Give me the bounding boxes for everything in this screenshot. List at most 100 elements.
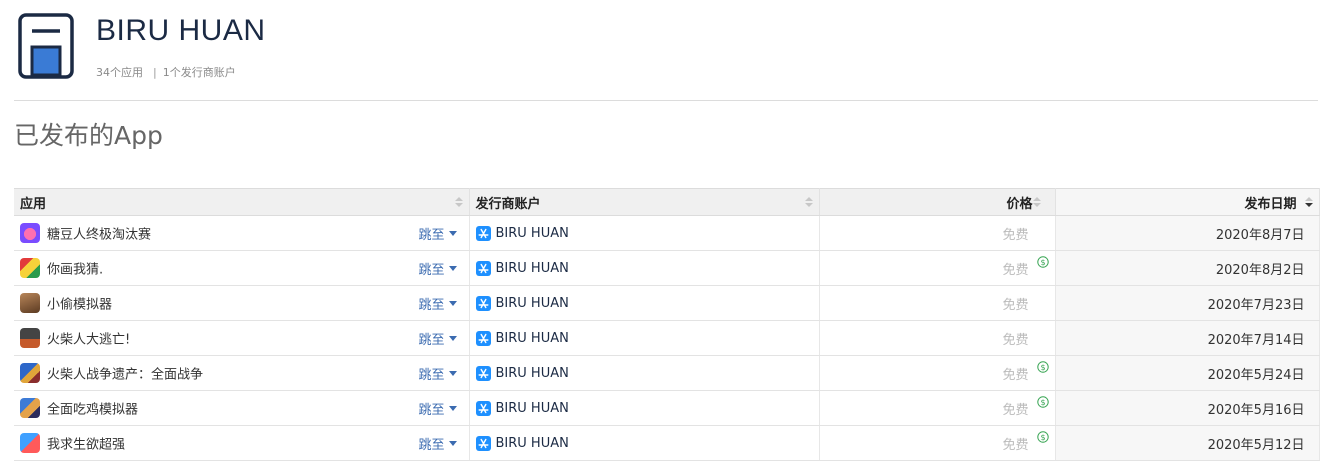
release-date: 2020年5月16日: [1055, 390, 1320, 426]
price-value: 免费: [1002, 402, 1029, 418]
price-cell: 免费 $: [819, 355, 1056, 391]
column-header-date-label: 发布日期: [1244, 196, 1297, 212]
column-header-app-label: 应用: [20, 196, 47, 212]
release-date: 2020年8月2日: [1055, 250, 1320, 286]
app-cell: 你画我猜. 跳至: [14, 250, 470, 286]
in-app-purchase-icon: $: [1036, 361, 1049, 373]
price-cell: 免费: [819, 285, 1056, 321]
jump-to-dropdown[interactable]: 跳至: [418, 364, 457, 383]
in-app-purchase-icon: $: [1036, 396, 1049, 408]
publisher-cell: BIRU HUAN: [469, 425, 820, 461]
sort-icon: [804, 197, 813, 208]
release-date: 2020年8月7日: [1055, 215, 1320, 251]
column-header-publisher-label: 发行商账户: [475, 196, 541, 212]
price-cell: 免费 $: [819, 390, 1056, 426]
jump-to-dropdown[interactable]: 跳至: [418, 259, 457, 278]
survival-app-icon: [20, 433, 40, 453]
app-store-icon: [475, 365, 491, 381]
column-header-date[interactable]: 发布日期: [1055, 188, 1320, 216]
app-name-link[interactable]: 我求生欲超强: [47, 438, 125, 453]
chicken-sim-app-icon: [20, 398, 40, 418]
page: BIRU HUAN 34个应用 | 1个发行商账户 已发布的App 应用 发行商账户: [0, 0, 1336, 461]
release-date: 2020年7月14日: [1055, 320, 1320, 356]
app-store-icon: [475, 225, 491, 241]
table-row: 你画我猜. 跳至 BIRU HUAN 免费 $ 2020年8月2日: [14, 250, 1320, 286]
sort-icon: [454, 197, 463, 208]
developer-logo-icon: [18, 13, 74, 79]
jump-to-dropdown[interactable]: 跳至: [418, 399, 457, 418]
release-date: 2020年5月12日: [1055, 425, 1320, 461]
app-cell: 火柴人战争遗产：全面战争 跳至: [14, 355, 470, 391]
jump-to-label: 跳至: [418, 403, 445, 418]
table-row: 火柴人大逃亡! 跳至 BIRU HUAN 免费 2020年7月14日: [14, 320, 1320, 356]
publisher-link[interactable]: BIRU HUAN: [496, 226, 569, 241]
chevron-down-icon: [448, 231, 457, 236]
publisher-link[interactable]: BIRU HUAN: [496, 366, 569, 381]
price-cell: 免费 $: [819, 250, 1056, 286]
draw-guess-app-icon: [20, 258, 40, 278]
in-app-purchase-icon: $: [1036, 431, 1049, 443]
table-row: 糖豆人终极淘汰赛 跳至 BIRU HUAN 免费 2020年8月7日: [14, 215, 1320, 251]
price-cell: 免费 $: [819, 425, 1056, 461]
chevron-down-icon: [448, 336, 457, 341]
jump-to-label: 跳至: [418, 333, 445, 348]
publisher-count: 1个发行商账户: [162, 66, 236, 79]
sort-icon: [1032, 197, 1041, 208]
app-name-link[interactable]: 小偷模拟器: [47, 298, 112, 313]
app-store-icon: [475, 330, 491, 346]
app-cell: 全面吃鸡模拟器 跳至: [14, 390, 470, 426]
svg-text:$: $: [1040, 398, 1045, 407]
publisher-link[interactable]: BIRU HUAN: [496, 401, 569, 416]
chevron-down-icon: [448, 266, 457, 271]
price-value: 免费: [1002, 227, 1029, 243]
publisher-cell: BIRU HUAN: [469, 215, 820, 251]
svg-text:$: $: [1040, 258, 1045, 267]
in-app-purchase-icon: $: [1036, 256, 1049, 268]
app-name-link[interactable]: 全面吃鸡模拟器: [47, 403, 138, 418]
meta-separator: |: [153, 66, 157, 79]
price-cell: 免费: [819, 215, 1056, 251]
app-name-link[interactable]: 火柴人战争遗产：全面战争: [47, 368, 203, 383]
column-header-app[interactable]: 应用: [14, 188, 470, 216]
publisher-cell: BIRU HUAN: [469, 355, 820, 391]
table-row: 火柴人战争遗产：全面战争 跳至 BIRU HUAN 免费 $ 2020年5月24…: [14, 355, 1320, 391]
app-store-icon: [475, 260, 491, 276]
developer-meta: 34个应用 | 1个发行商账户: [96, 64, 236, 80]
jump-to-dropdown[interactable]: 跳至: [418, 329, 457, 348]
release-date: 2020年5月24日: [1055, 355, 1320, 391]
thief-sim-app-icon: [20, 293, 40, 313]
publisher-link[interactable]: BIRU HUAN: [496, 261, 569, 276]
app-name-link[interactable]: 火柴人大逃亡!: [47, 333, 130, 348]
app-name-link[interactable]: 你画我猜.: [47, 263, 103, 278]
chevron-down-icon: [448, 441, 457, 446]
column-header-publisher[interactable]: 发行商账户: [469, 188, 820, 216]
app-store-icon: [475, 435, 491, 451]
jump-to-dropdown[interactable]: 跳至: [418, 294, 457, 313]
publisher-link[interactable]: BIRU HUAN: [496, 436, 569, 451]
table-header-row: 应用 发行商账户 价格 发布日期: [14, 188, 1320, 216]
jump-to-dropdown[interactable]: 跳至: [418, 224, 457, 243]
table-row: 我求生欲超强 跳至 BIRU HUAN 免费 $ 2020年5月12日: [14, 425, 1320, 461]
sort-descending-icon: [1304, 197, 1313, 208]
publisher-link[interactable]: BIRU HUAN: [496, 331, 569, 346]
jump-to-label: 跳至: [418, 298, 445, 313]
price-cell: 免费: [819, 320, 1056, 356]
jump-to-label: 跳至: [418, 368, 445, 383]
jump-to-label: 跳至: [418, 228, 445, 243]
price-value: 免费: [1002, 297, 1029, 313]
price-value: 免费: [1002, 437, 1029, 453]
jump-to-dropdown[interactable]: 跳至: [418, 434, 457, 453]
table-row: 全面吃鸡模拟器 跳至 BIRU HUAN 免费 $ 2020年5月16日: [14, 390, 1320, 426]
section-title: 已发布的App: [14, 121, 163, 150]
svg-text:$: $: [1040, 363, 1045, 372]
table-row: 小偷模拟器 跳至 BIRU HUAN 免费 2020年7月23日: [14, 285, 1320, 321]
app-cell: 小偷模拟器 跳至: [14, 285, 470, 321]
app-store-icon: [475, 295, 491, 311]
jump-to-label: 跳至: [418, 438, 445, 453]
publisher-link[interactable]: BIRU HUAN: [496, 296, 569, 311]
developer-name: BIRU HUAN: [96, 14, 266, 47]
publisher-cell: BIRU HUAN: [469, 320, 820, 356]
column-header-price[interactable]: 价格: [819, 188, 1056, 216]
app-name-link[interactable]: 糖豆人终极淘汰赛: [47, 228, 151, 243]
stickman-escape-app-icon: [20, 328, 40, 348]
